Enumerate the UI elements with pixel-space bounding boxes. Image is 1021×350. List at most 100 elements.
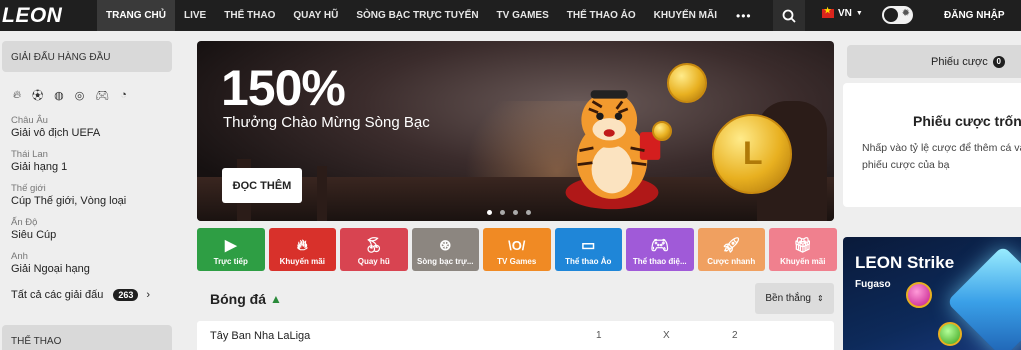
section-title: Bóng đá [210,291,266,307]
banner-pagination [487,210,531,215]
toggle-knob [884,8,898,22]
sort-label: Bền thắng [765,293,811,304]
language-code: VN [838,8,852,19]
league-name: Siêu Cúp [11,229,57,241]
tile-live-casino[interactable]: ⊛ Sòng bạc trự... [411,228,479,271]
all-leagues-link[interactable]: Tất cả các giải đấu 263 › [2,289,172,301]
sun-icon: ✹ [901,8,910,19]
gift-icon: 🎁︎ [793,237,813,254]
tile-slots[interactable]: 🍒︎ Quay hũ [340,228,408,271]
more-menu-icon[interactable]: ••• [726,9,762,23]
nav-item-live[interactable]: LIVE [175,0,215,31]
main-nav: TRANG CHỦ LIVE THỂ THAO QUAY HŨ SÒNG BẠC… [97,0,762,31]
gamepad-icon[interactable]: 🎮︎ [95,89,109,102]
pink-gem-icon [906,282,932,308]
search-button[interactable] [773,0,805,31]
vietnam-flag-icon [822,6,834,18]
tile-label: Khuyến mãi [279,257,325,266]
sidebar-league-world-cup[interactable]: Thế giới Cúp Thế giới, Vòng loại [2,183,172,208]
nav-item-tv-games[interactable]: TV GAMES [488,0,558,31]
nav-item-home[interactable]: TRANG CHỦ [97,0,175,31]
soccer-ball-icon[interactable]: ⚽︎ [32,87,43,103]
banner-tower [317,166,327,221]
banner-subtitle: Thưởng Chào Mừng Sòng Bạc [223,114,430,131]
promo-provider: Fugaso [855,279,891,290]
tile-promotions[interactable]: 🔥︎ Khuyến mãi [268,228,336,271]
league-name: Cúp Thế giới, Vòng loại [11,195,127,207]
login-button[interactable]: ĐĂNG NHẬP [944,10,1005,21]
sort-arrows-icon: ⇕ [816,294,824,303]
promo-title: LEON Strike [855,253,955,272]
tile-quick-bet[interactable]: 🚀︎ Cược nhanh [697,228,765,271]
chevron-down-icon: ▼ [855,10,863,17]
tile-bonuses[interactable]: 🎁︎ Khuyến mãi [769,228,837,271]
play-icon: ▶ [224,237,237,254]
flame-icon: 🔥︎ [296,237,308,254]
nav-item-live-casino[interactable]: SÒNG BẠC TRỰC TUYẾN [347,0,487,31]
odds-col-x: X [663,330,670,341]
slide-dot[interactable] [500,210,505,215]
search-icon [782,9,796,23]
sidebar-league-thailand[interactable]: Thái Lan Giải hạng 1 [2,149,172,174]
odds-col-2: 2 [732,330,738,341]
leon-logo[interactable]: LEON [0,0,97,31]
roulette-icon: ⊛ [438,237,452,254]
league-country: Ấn Độ [11,217,38,228]
gold-coin-icon [667,63,707,103]
tile-label: Cược nhanh [707,257,756,266]
nav-item-sports[interactable]: THỂ THAO [215,0,284,31]
tile-esports[interactable]: 🎮︎ Thể thao điệ... [626,228,694,271]
betslip-empty-title: Phiếu cược trống [913,113,1021,129]
tile-virtual-sports[interactable]: ▭ Thể thao Ảo [554,228,622,271]
slide-dot[interactable] [513,210,518,215]
league-header-row[interactable]: Tây Ban Nha LaLiga 1 X 2 [197,321,834,350]
tile-live[interactable]: ▶ Trực tiếp [197,228,265,271]
football-section-toggle[interactable]: Bóng đá ▲ [210,291,282,307]
tiger-mascot-icon [565,90,661,210]
read-more-button[interactable]: ĐỌC THÊM [222,168,302,203]
league-name: Giải hạng 1 [11,161,68,173]
betslip-count-badge: 0 [992,55,1005,68]
betslip-tab-label: Phiếu cược [931,55,988,68]
tile-label: TV Games [497,257,537,266]
sports-header: THỂ THAO [2,325,172,350]
sport-filter-icons: 🔥︎ ⚽︎ ◍ ◎ 🎮︎ ◔ [2,72,172,106]
tile-tv-games[interactable]: \O/ TV Games [483,228,551,271]
basketball-icon[interactable]: ◍ [54,89,64,102]
all-leagues-label: Tất cả các giải đấu [11,289,104,301]
betslip-tab[interactable]: Phiếu cược 0 [847,45,1021,78]
language-selector[interactable]: VN ▼ [822,6,863,19]
sort-dropdown[interactable]: Bền thắng ⇕ [755,283,834,314]
banner-headline: 150% [221,60,346,116]
nav-item-virtual-sports[interactable]: THỂ THAO ẢO [558,0,645,31]
nav-item-slots[interactable]: QUAY HŨ [284,0,347,31]
fire-icon[interactable]: 🔥︎ [13,89,21,102]
top-navigation-bar: LEON TRANG CHỦ LIVE THỂ THAO QUAY HŨ SÒN… [0,0,1021,31]
odds-col-1: 1 [596,330,602,341]
league-row-name: Tây Ban Nha LaLiga [210,330,311,342]
sidebar-league-uefa[interactable]: Châu Âu Giải vô địch UEFA [2,115,172,140]
top-leagues-header: GIẢI ĐẤU HÀNG ĐẦU [2,41,172,72]
betslip-panel: Phiếu cược trống Nhấp vào tỷ lệ cược để … [843,83,1021,207]
tile-label: Thể thao điệ... [632,257,687,266]
leagues-count-badge: 263 [113,289,139,301]
nav-item-promotions[interactable]: KHUYẾN MÃI [645,0,726,31]
volleyball-icon[interactable]: ◎ [75,89,85,102]
sidebar-league-india[interactable]: Ấn Độ Siêu Cúp [2,217,172,242]
monitor-icon: ▭ [581,237,596,254]
cherries-icon: 🍒︎ [364,237,384,254]
gamepad-icon: 🎮︎ [650,237,670,254]
hockey-icon[interactable]: ◔ [120,89,127,101]
promo-banner[interactable]: 150% Thưởng Chào Mừng Sòng Bạc ĐỌC THÊM … [197,41,834,221]
league-country: Thế giới [11,183,46,194]
game-promo-card[interactable]: LEON Strike Fugaso [843,237,1021,350]
sidebar-league-england[interactable]: Anh Giải Ngoại hạng [2,251,172,276]
league-name: Giải Ngoại hạng [11,263,90,275]
slide-dot[interactable] [487,210,492,215]
slide-dot[interactable] [526,210,531,215]
green-gem-icon [938,322,962,346]
tv-games-icon: \O/ [508,238,526,253]
theme-toggle[interactable]: ✹ [882,6,913,24]
rocket-icon: 🚀︎ [721,237,741,254]
left-sidebar: GIẢI ĐẤU HÀNG ĐẦU 🔥︎ ⚽︎ ◍ ◎ 🎮︎ ◔ Châu Âu… [2,41,172,301]
